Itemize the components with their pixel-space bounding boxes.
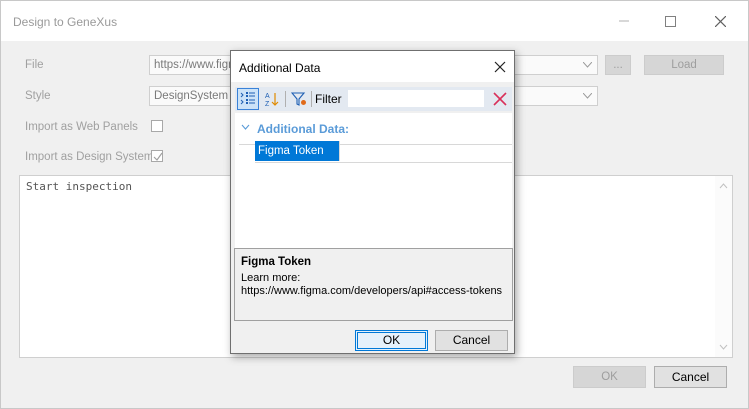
toolbar-separator (285, 91, 286, 107)
dialog-cancel-button[interactable]: Cancel (435, 330, 508, 351)
web-panels-checkbox[interactable] (151, 120, 163, 132)
sort-alphabetical-icon: A Z (265, 93, 279, 107)
scroll-up-icon[interactable] (715, 179, 732, 193)
help-description: Learn more: https://www.figma.com/develo… (241, 272, 502, 298)
category-label: Additional Data: (257, 122, 349, 136)
maximize-button[interactable] (647, 1, 693, 41)
svg-text:Z: Z (265, 101, 270, 107)
minimize-button[interactable] (601, 1, 647, 41)
design-system-label: Import as Design System (25, 151, 154, 163)
svg-text:A: A (265, 93, 270, 100)
window-title: Design to GeneXus (13, 15, 118, 29)
load-button[interactable]: Load (644, 55, 724, 75)
chevron-down-icon[interactable] (241, 123, 250, 131)
web-panels-label: Import as Web Panels (25, 121, 138, 133)
close-button[interactable] (697, 1, 743, 41)
property-divider (339, 141, 340, 161)
log-scrollbar[interactable] (715, 176, 732, 357)
browse-button[interactable]: ... (605, 55, 631, 75)
minimize-icon (619, 20, 629, 22)
checkmark-icon (153, 152, 163, 161)
additional-data-dialog: Additional Data A Z Filter Additional Da… (230, 50, 515, 354)
log-text: Start inspection (26, 180, 132, 193)
category-row[interactable]: Additional Data: (235, 119, 512, 145)
help-title: Figma Token (241, 256, 312, 268)
dialog-ok-button[interactable]: OK (355, 330, 428, 351)
chevron-down-icon[interactable] (578, 56, 596, 74)
dialog-titlebar: Additional Data (231, 51, 514, 82)
dialog-title: Additional Data (239, 61, 321, 75)
style-value: DesignSystem (154, 90, 229, 102)
maximize-icon (664, 15, 676, 27)
filter-icon (291, 92, 306, 106)
alphabetical-view-button[interactable]: A Z (261, 88, 283, 110)
categorized-view-button[interactable] (237, 88, 259, 110)
clear-filter-icon (493, 92, 507, 106)
close-icon (494, 61, 506, 73)
help-line: Learn more: (241, 272, 301, 284)
toolbar-separator (311, 91, 312, 107)
filter-label: Filter (315, 92, 342, 106)
scroll-down-icon[interactable] (715, 340, 732, 354)
cancel-button[interactable]: Cancel (654, 366, 727, 388)
help-panel: Figma Token Learn more: https://www.figm… (234, 248, 513, 321)
chevron-down-icon[interactable] (578, 87, 596, 105)
categorized-view-icon (240, 92, 255, 105)
clear-filter-button[interactable] (491, 90, 509, 108)
property-row-divider (255, 162, 512, 163)
property-row[interactable]: Figma Token (255, 141, 512, 163)
property-name[interactable]: Figma Token (255, 141, 339, 161)
property-toolbar: A Z Filter (235, 87, 512, 111)
ok-button[interactable]: OK (573, 366, 646, 388)
file-label: File (25, 59, 44, 71)
window-titlebar: Design to GeneXus (1, 1, 748, 41)
help-link: https://www.figma.com/developers/api#acc… (241, 285, 503, 297)
design-system-checkbox[interactable] (151, 150, 163, 162)
filter-input[interactable] (347, 89, 485, 108)
style-label: Style (25, 90, 51, 102)
dialog-close-button[interactable] (492, 59, 508, 75)
close-icon (714, 15, 726, 27)
filter-toggle-button[interactable] (288, 88, 310, 110)
